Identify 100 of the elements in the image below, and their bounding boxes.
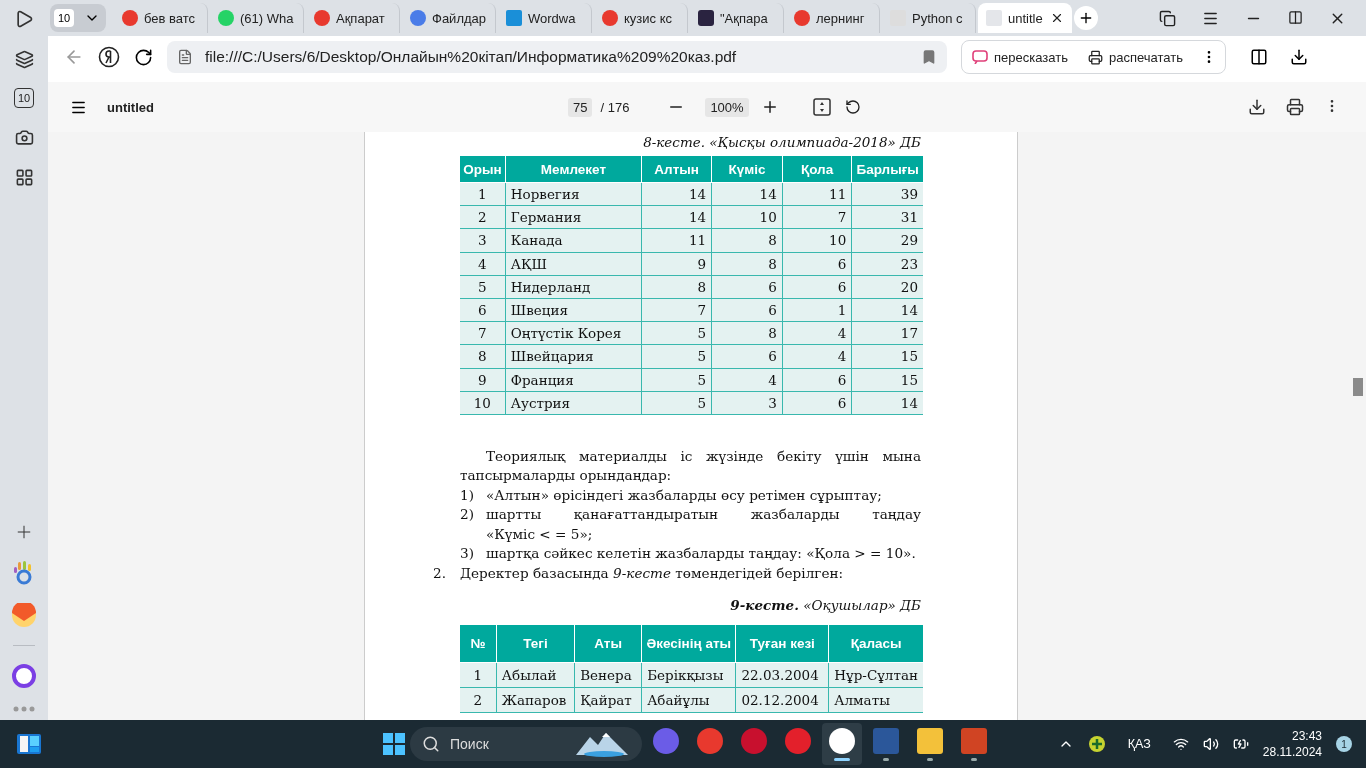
column-header: Орын — [460, 156, 506, 183]
favicon-icon — [698, 10, 714, 26]
mountain-icon — [574, 731, 630, 757]
search-icon — [422, 735, 440, 753]
battery-icon[interactable] — [1232, 736, 1249, 752]
reload-icon[interactable] — [134, 47, 153, 67]
browser-tab[interactable]: лернинг — [786, 3, 880, 33]
favicon-icon — [602, 10, 618, 26]
list-number: 2. — [433, 563, 447, 583]
table-cell: Берікқызы — [641, 662, 736, 688]
favicon-icon — [218, 10, 234, 26]
table-cell: АҚШ — [505, 252, 642, 276]
table-cell: 7 — [460, 321, 506, 345]
table-cell: 22.03.2004 — [735, 662, 829, 688]
list-number: 2) — [460, 505, 475, 525]
column-header: № — [460, 625, 497, 663]
close-icon[interactable] — [1050, 11, 1064, 25]
list-item: «Алтын» өрісіндегі жазбаларды өсу ретімен сұрыптау; — [486, 485, 883, 505]
download-icon[interactable] — [1248, 98, 1266, 116]
favicon-icon — [410, 10, 426, 26]
page-count: / 176 — [600, 99, 630, 115]
search-field[interactable]: Поиск — [410, 727, 642, 761]
rotate-icon[interactable] — [844, 99, 861, 115]
column-header: Күміс — [711, 156, 783, 183]
favicon-icon — [794, 10, 810, 26]
assistant-icon[interactable] — [12, 664, 36, 688]
browser-tab[interactable]: untitle — [978, 3, 1072, 33]
table-cell: 8 — [460, 344, 506, 368]
browser-tab[interactable]: Python с — [882, 3, 976, 33]
table-cell: Нидерланд — [505, 275, 642, 299]
address-field[interactable]: file:///C:/Users/6/Desktop/Онлайын%20кітап/Информатика%209%20каз.pdf — [167, 41, 947, 73]
list-item: шартты қанағаттандыратын жазбаларды таңдау «Күміс < = 5»; — [486, 505, 921, 544]
print-icon[interactable] — [1286, 98, 1304, 116]
browser-tab[interactable]: "Ақпара — [690, 3, 784, 33]
list-item: шартқа сәйкес келетін жазбаларды таңдау: «Қола > = 10». — [486, 544, 917, 564]
page-number-field[interactable]: 75 — [568, 97, 593, 117]
tray-app-icon[interactable] — [1087, 735, 1106, 753]
table-cell: 4 — [460, 252, 506, 276]
favicon-icon — [314, 10, 330, 26]
column-header: Қола — [782, 156, 852, 183]
scrollbar-thumb[interactable] — [1353, 378, 1363, 396]
column-header: Аты — [574, 625, 642, 663]
zoom-field[interactable]: 100% — [705, 97, 749, 117]
browser-tab[interactable]: кузис кс — [594, 3, 688, 33]
retell-button[interactable]: пересказать — [962, 49, 1078, 65]
favicon-icon — [506, 10, 522, 26]
volume-icon[interactable] — [1202, 736, 1219, 752]
bookmark-icon[interactable] — [921, 49, 937, 65]
table-cell: 3 — [460, 228, 506, 253]
fit-page-icon[interactable] — [812, 98, 831, 116]
column-header: Қаласы — [828, 625, 923, 663]
file-icon — [177, 49, 193, 65]
table-cell: 9 — [460, 368, 506, 392]
start-icon[interactable] — [382, 732, 406, 756]
table-cell: 02.12.2004 — [735, 687, 829, 713]
collections-icon[interactable] — [13, 48, 35, 70]
sidebar-icon[interactable] — [1249, 48, 1268, 66]
print-button[interactable]: распечатать — [1077, 49, 1193, 65]
mail-icon[interactable] — [12, 603, 36, 627]
table-cell: 1 — [460, 662, 497, 688]
print-icon — [1087, 49, 1103, 65]
table-caption: 8-кесте. «Қысқы олимпиада-2018» ДБ — [642, 134, 921, 150]
table-cell: Абылай — [496, 662, 575, 688]
tabs-icon[interactable] — [1159, 9, 1176, 27]
browser-tab[interactable]: бев ватс — [114, 3, 208, 33]
new-tab-button[interactable] — [1074, 6, 1098, 30]
table-cell: Франция — [505, 368, 642, 392]
plus-icon — [1078, 10, 1094, 26]
column-header: Алтын — [641, 156, 712, 183]
clock[interactable]: 23:43 28.11.2024 — [1262, 728, 1322, 760]
favicon-icon — [986, 10, 1002, 26]
favicon-icon — [122, 10, 138, 26]
table-cell: Канада — [505, 228, 642, 253]
yandex-icon[interactable] — [98, 46, 120, 68]
browser-tab[interactable]: Файлдар — [402, 3, 496, 33]
wifi-icon[interactable] — [1172, 736, 1189, 752]
table-cell: Алматы — [828, 687, 923, 713]
language-indicator[interactable]: ҚАЗ — [1127, 737, 1151, 751]
notification-badge[interactable]: 1 — [1336, 736, 1352, 752]
table-cell: 2 — [460, 687, 497, 713]
table-cell: 1 — [460, 182, 506, 206]
browser-tab[interactable]: (61) Wha — [210, 3, 304, 33]
table-cell: Германия — [505, 205, 642, 229]
column-header: Барлығы — [851, 156, 923, 183]
table-cell: Швеция — [505, 298, 642, 322]
column-header: Туған кезі — [735, 625, 829, 663]
table-cell: Жапаров — [496, 687, 575, 713]
table-cell: 2 — [460, 205, 506, 229]
browser-tab[interactable]: Wordwa — [498, 3, 592, 33]
tab-counter[interactable]: 10 — [50, 4, 106, 32]
tab-counter[interactable]: 10 — [14, 88, 34, 108]
widgets-icon[interactable] — [16, 733, 42, 755]
list-number: 1) — [460, 485, 475, 505]
table-cell: Норвегия — [505, 182, 642, 206]
table-cell: Абайұлы — [641, 687, 736, 713]
browser-tab[interactable]: Ақпарат — [306, 3, 400, 33]
table-cell: Аустрия — [505, 391, 642, 415]
table-cell: 6 — [460, 298, 506, 322]
list-item: Деректер базасында 9-кесте төмендегідей берілген: — [460, 563, 844, 583]
download-icon[interactable] — [1289, 48, 1308, 66]
